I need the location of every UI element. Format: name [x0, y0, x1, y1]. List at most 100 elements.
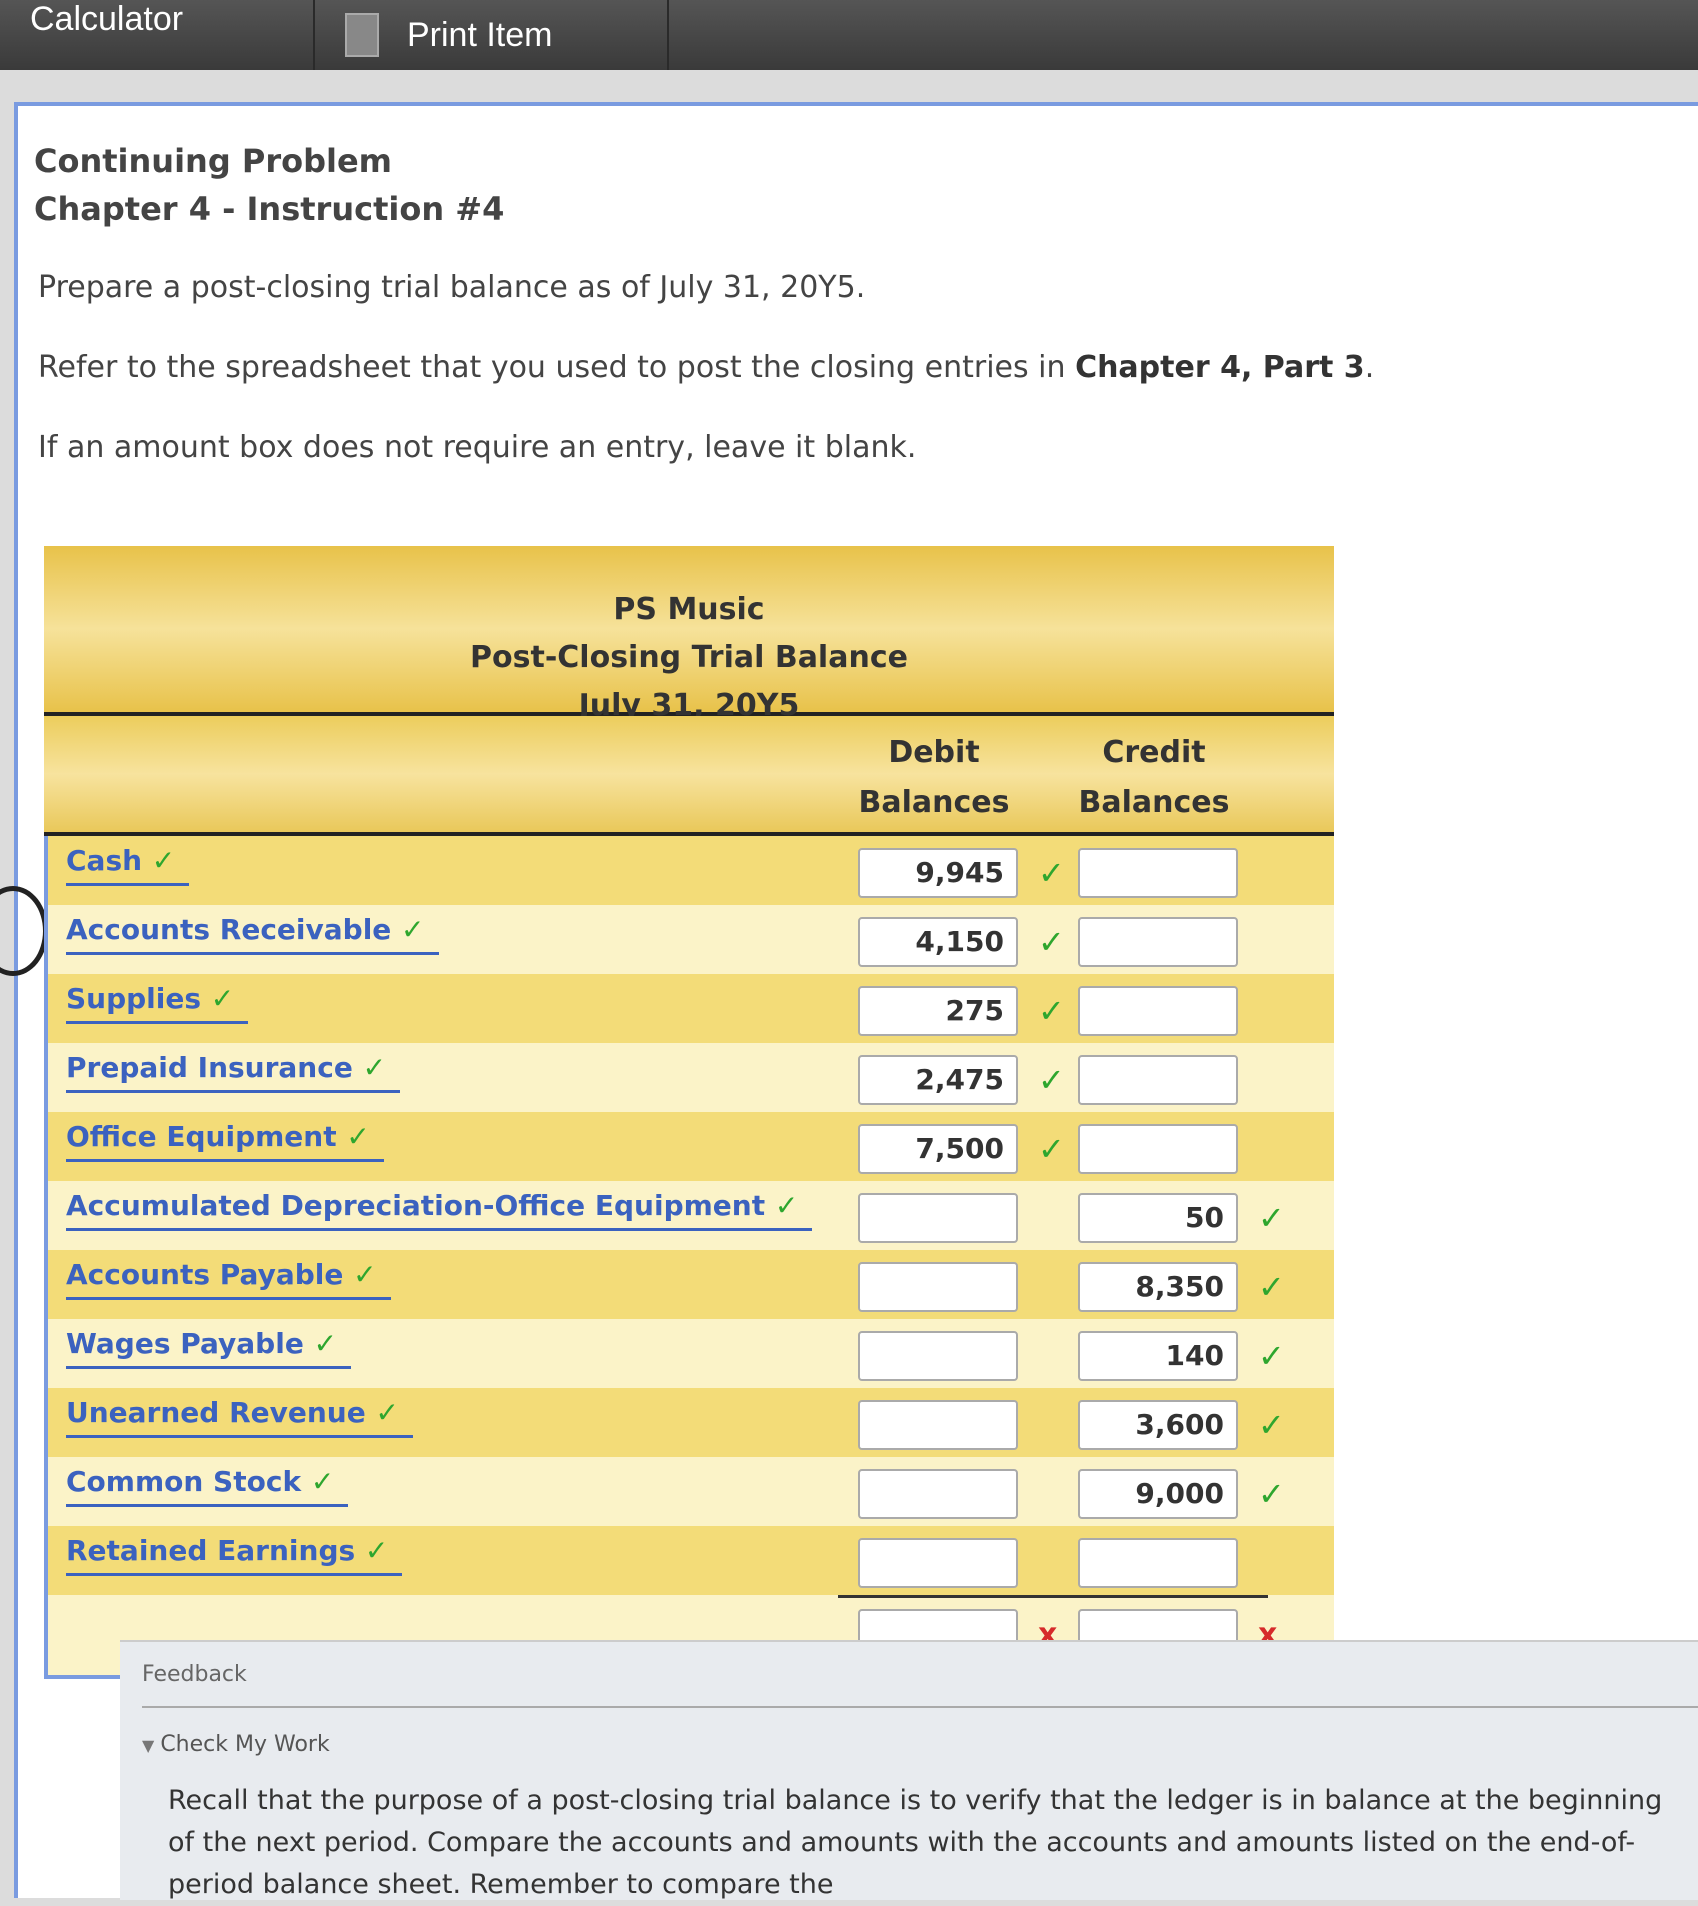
- table-row: Accumulated Depreciation-Office Equipmen…: [48, 1181, 1334, 1250]
- debit-amount-input[interactable]: [858, 1538, 1018, 1588]
- calculator-tab[interactable]: Calculator: [0, 0, 315, 70]
- account-select[interactable]: Prepaid Insurance ✓: [66, 1051, 401, 1093]
- table-row: Wages Payable ✓ 140 ✓: [48, 1319, 1334, 1388]
- checkmark-icon: ✓: [375, 1396, 399, 1429]
- checkmark-icon: ✓: [1038, 923, 1065, 961]
- table-row: Cash ✓ 9,945 ✓: [48, 836, 1334, 905]
- statement-title: Post-Closing Trial Balance: [470, 640, 908, 675]
- table-row: Unearned Revenue ✓ 3,600 ✓: [48, 1388, 1334, 1457]
- circle-fragment: [0, 886, 48, 976]
- account-select[interactable]: Wages Payable ✓: [66, 1327, 352, 1369]
- account-select[interactable]: Office Equipment ✓: [66, 1120, 384, 1162]
- credit-amount-input[interactable]: [1078, 1055, 1238, 1105]
- instruction-text-2-bold: Chapter 4, Part 3: [1075, 350, 1365, 385]
- table-row: Common Stock ✓ 9,000 ✓: [48, 1457, 1334, 1526]
- debit-header: Debit Balances: [834, 728, 1034, 828]
- credit-amount-input[interactable]: [1078, 848, 1238, 898]
- feedback-panel: Feedback ▼ Check My Work Recall that the …: [120, 1640, 1698, 1900]
- company-name: PS Music: [613, 592, 765, 627]
- feedback-text: Recall that the purpose of a post-closin…: [168, 1785, 1663, 1900]
- instruction-text-2-post: .: [1364, 350, 1375, 385]
- checkmark-icon: ✓: [1258, 1475, 1285, 1513]
- credit-amount-input[interactable]: 140: [1078, 1331, 1238, 1381]
- debit-amount-input[interactable]: [858, 1331, 1018, 1381]
- top-toolbar: Calculator Print Item: [0, 0, 1698, 70]
- debit-header-line1: Debit: [888, 735, 980, 770]
- credit-amount-input[interactable]: 50: [1078, 1193, 1238, 1243]
- column-headers: Debit Balances Credit Balances: [44, 716, 1334, 836]
- account-select[interactable]: Accounts Receivable ✓: [66, 913, 439, 955]
- credit-amount-input[interactable]: [1078, 1124, 1238, 1174]
- instruction-text-2: Refer to the spreadsheet that you used t…: [38, 350, 1374, 385]
- debit-amount-input[interactable]: 9,945: [858, 848, 1018, 898]
- debit-amount-input[interactable]: [858, 1193, 1018, 1243]
- checkmark-icon: ✓: [1258, 1199, 1285, 1237]
- checkmark-icon: ✓: [310, 1465, 335, 1498]
- account-select[interactable]: Accounts Payable ✓: [66, 1258, 391, 1300]
- credit-amount-input[interactable]: 9,000: [1078, 1469, 1238, 1519]
- problem-panel: Continuing Problem Chapter 4 - Instructi…: [0, 102, 1698, 1898]
- account-label: Office Equipment: [66, 1120, 337, 1153]
- checkmark-icon: ✓: [346, 1120, 370, 1153]
- account-label: Accounts Payable: [66, 1258, 344, 1291]
- credit-amount-input[interactable]: [1078, 1538, 1238, 1588]
- debit-amount-input[interactable]: 7,500: [858, 1124, 1018, 1174]
- credit-amount-input[interactable]: [1078, 986, 1238, 1036]
- account-select[interactable]: Common Stock ✓: [66, 1465, 349, 1507]
- account-select[interactable]: Accumulated Depreciation-Office Equipmen…: [66, 1189, 813, 1231]
- account-label: Cash: [66, 844, 143, 877]
- table-row: Prepaid Insurance ✓ 2,475 ✓: [48, 1043, 1334, 1112]
- checkmark-icon: ✓: [1038, 992, 1065, 1030]
- instruction-heading: Chapter 4 - Instruction #4: [34, 190, 505, 228]
- account-select[interactable]: Supplies ✓: [66, 982, 249, 1024]
- account-select[interactable]: Retained Earnings ✓: [66, 1534, 403, 1576]
- total-rule: [838, 1595, 1268, 1598]
- account-label: Prepaid Insurance: [66, 1051, 353, 1084]
- credit-amount-input[interactable]: 8,350: [1078, 1262, 1238, 1312]
- checkmark-icon: ✓: [401, 913, 425, 946]
- checkmark-icon: ✓: [151, 844, 176, 877]
- debit-amount-input[interactable]: [858, 1400, 1018, 1450]
- calculator-tab-label: Calculator: [30, 0, 184, 38]
- check-my-work-label: Check My Work: [160, 1732, 330, 1757]
- checkmark-icon: ✓: [313, 1327, 338, 1360]
- instruction-text-1: Prepare a post-closing trial balance as …: [38, 270, 866, 305]
- checkmark-icon: ✓: [362, 1051, 387, 1084]
- account-select[interactable]: Cash ✓: [66, 844, 190, 886]
- account-select[interactable]: Unearned Revenue ✓: [66, 1396, 413, 1438]
- checkmark-icon: ✓: [364, 1534, 389, 1567]
- check-my-work-toggle[interactable]: ▼ Check My Work: [142, 1732, 330, 1757]
- checkmark-icon: ✓: [1258, 1406, 1285, 1444]
- debit-amount-input[interactable]: 2,475: [858, 1055, 1018, 1105]
- debit-amount-input[interactable]: 275: [858, 986, 1018, 1036]
- account-label: Accounts Receivable: [66, 913, 392, 946]
- table-row: Office Equipment ✓ 7,500 ✓: [48, 1112, 1334, 1181]
- print-item-tab[interactable]: Print Item: [317, 0, 669, 70]
- table-row: Supplies ✓ 275 ✓: [48, 974, 1334, 1043]
- document-icon: [345, 13, 379, 57]
- credit-header-line2: Balances: [1078, 785, 1230, 820]
- account-label: Accumulated Depreciation-Office Equipmen…: [66, 1189, 766, 1222]
- feedback-title: Feedback: [142, 1662, 247, 1687]
- table-row: Accounts Receivable ✓ 4,150 ✓: [48, 905, 1334, 974]
- debit-amount-input[interactable]: [858, 1469, 1018, 1519]
- checkmark-icon: ✓: [774, 1189, 799, 1222]
- checkmark-icon: ✓: [353, 1258, 377, 1291]
- credit-header-line1: Credit: [1102, 735, 1206, 770]
- instruction-text-2-pre: Refer to the spreadsheet that you used t…: [38, 350, 1076, 385]
- checkmark-icon: ✓: [1038, 854, 1065, 892]
- debit-amount-input[interactable]: 4,150: [858, 917, 1018, 967]
- credit-header: Credit Balances: [1054, 728, 1254, 828]
- account-label: Retained Earnings: [66, 1534, 356, 1567]
- debit-amount-input[interactable]: [858, 1262, 1018, 1312]
- debit-header-line2: Balances: [858, 785, 1010, 820]
- checkmark-icon: ✓: [1258, 1268, 1285, 1306]
- account-label: Wages Payable: [66, 1327, 304, 1360]
- problem-heading: Continuing Problem: [34, 142, 393, 180]
- account-label: Unearned Revenue: [66, 1396, 366, 1429]
- credit-amount-input[interactable]: 3,600: [1078, 1400, 1238, 1450]
- checkmark-icon: ✓: [1038, 1061, 1065, 1099]
- credit-amount-input[interactable]: [1078, 917, 1238, 967]
- print-item-label: Print Item: [407, 15, 553, 54]
- checkmark-icon: ✓: [210, 982, 235, 1015]
